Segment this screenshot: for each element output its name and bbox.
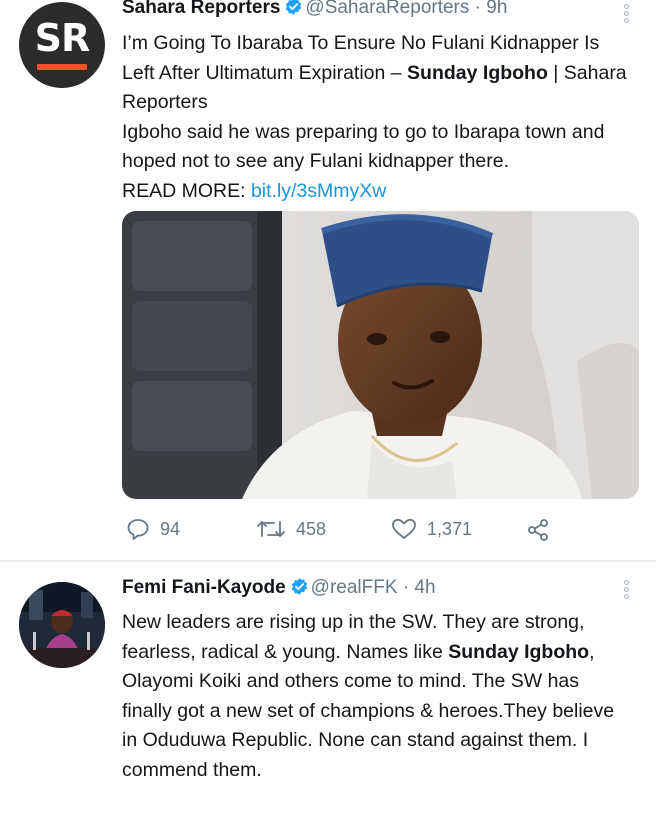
separator-dot: ·: [474, 0, 481, 18]
retweet-icon: [257, 521, 285, 537]
tweet-content: Sahara Reporters @SaharaReporters · 9h I’…: [122, 0, 634, 206]
tweet-sahara-reporters[interactable]: SR Sahara Reporters @SaharaReporters · 9h…: [0, 0, 656, 560]
more-options-icon[interactable]: [624, 580, 630, 601]
tweet-text: I’m Going To Ibaraba To Ensure No Fulani…: [122, 29, 634, 206]
author-handle[interactable]: @SaharaReporters: [305, 0, 469, 18]
reply-icon: [127, 519, 149, 540]
read-more-line: READ MORE: bit.ly/3sMmyXw: [122, 177, 634, 207]
like-button[interactable]: 1,371: [391, 518, 472, 540]
avatar[interactable]: SR: [19, 2, 105, 88]
tweet-text: New leaders are rising up in the SW. The…: [122, 608, 634, 785]
summary-text: Igboho said he was preparing to go to Ib…: [122, 120, 605, 173]
reply-button[interactable]: 94: [126, 518, 180, 540]
share-button[interactable]: [526, 518, 560, 542]
author-handle[interactable]: @realFFK: [311, 577, 398, 598]
share-icon: [528, 519, 548, 541]
author-name[interactable]: Sahara Reporters: [122, 0, 280, 18]
headline-bold-name: Sunday Igboho: [407, 61, 548, 84]
tweet-header: Femi Fani-Kayode @realFFK · 4h: [122, 576, 634, 603]
like-icon: [392, 518, 416, 539]
article-link[interactable]: bit.ly/3sMmyXw: [251, 180, 386, 202]
tweet-actions: 94 458 1,371: [122, 518, 582, 546]
separator-dot: ·: [402, 577, 410, 598]
timestamp[interactable]: 4h: [414, 577, 435, 598]
like-count: 1,371: [427, 518, 473, 539]
reply-count: 94: [160, 518, 181, 539]
verified-badge-icon: [284, 0, 303, 23]
tweet-photo[interactable]: [122, 211, 639, 499]
tweet-content: Femi Fani-Kayode @realFFK · 4h New leader…: [122, 576, 634, 785]
read-more-label: READ MORE:: [122, 179, 251, 202]
author-name[interactable]: Femi Fani-Kayode: [122, 577, 286, 598]
tweet-text-bold-name: Sunday Igboho: [448, 640, 590, 663]
more-options-icon[interactable]: [624, 4, 630, 25]
avatar-logo-text: SR: [34, 16, 91, 60]
avatar-logo-bar: [37, 64, 87, 70]
tweet-header: Sahara Reporters @SaharaReporters · 9h: [122, 0, 634, 23]
avatar[interactable]: [19, 582, 105, 668]
verified-badge-icon: [290, 577, 309, 603]
retweet-count: 458: [296, 518, 327, 539]
tweet-femi-fani-kayode[interactable]: Femi Fani-Kayode @realFFK · 4h New leader…: [0, 562, 656, 820]
timestamp[interactable]: 9h: [486, 0, 507, 18]
retweet-button[interactable]: 458: [256, 518, 326, 540]
